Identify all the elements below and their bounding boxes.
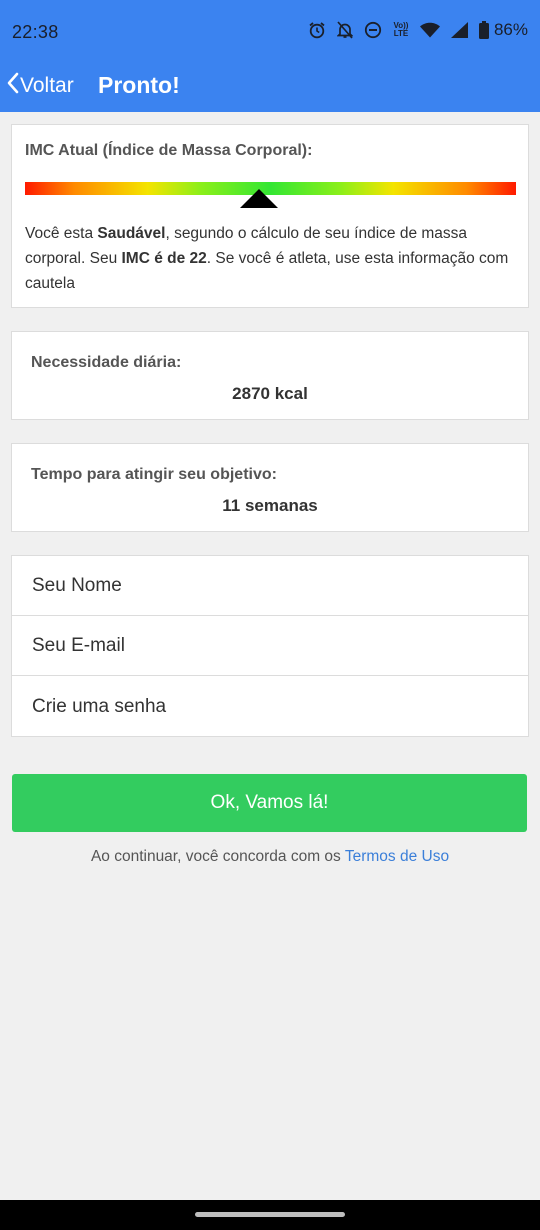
notifications-off-icon <box>336 21 353 39</box>
daily-need-card: Necessidade diária: 2870 kcal <box>11 331 529 420</box>
back-button-label: Voltar <box>20 74 74 97</box>
imc-title: IMC Atual (Índice de Massa Corporal): <box>25 142 313 159</box>
signup-form <box>11 555 529 737</box>
goal-time-card: Tempo para atingir seu objetivo: 11 sema… <box>11 443 529 532</box>
status-time: 22:38 <box>12 22 59 42</box>
alarm-icon <box>308 21 326 39</box>
email-row <box>12 616 528 676</box>
name-row <box>12 556 528 616</box>
email-field[interactable] <box>32 616 512 676</box>
status-bar: 22:38 Vo)) LTE 86% <box>0 0 540 64</box>
page-title: Pronto! <box>98 72 180 98</box>
imc-marker-triangle-icon <box>240 189 278 208</box>
daily-need-value: 2870 kcal <box>232 384 308 403</box>
imc-card: IMC Atual (Índice de Massa Corporal): Vo… <box>11 124 529 308</box>
chevron-left-icon <box>6 72 20 100</box>
back-button[interactable]: Voltar <box>6 72 74 100</box>
wifi-icon <box>419 22 440 38</box>
battery-icon <box>478 21 489 39</box>
do-not-disturb-icon <box>364 21 382 39</box>
password-field[interactable] <box>32 677 512 737</box>
submit-button[interactable]: Ok, Vamos lá! <box>12 774 527 832</box>
goal-time-label: Tempo para atingir seu objetivo: <box>31 466 277 483</box>
imc-status: Saudável <box>97 225 166 242</box>
goal-time-value: 11 semanas <box>222 496 318 515</box>
imc-description: Você esta Saudável, segundo o cálculo de… <box>25 225 509 292</box>
password-row <box>12 677 528 737</box>
terms-link[interactable]: Termos de Uso <box>345 848 449 865</box>
nav-bar: Voltar Pronto! <box>0 64 540 112</box>
status-icons: Vo)) LTE 86% <box>308 20 528 40</box>
volte-icon: Vo)) LTE <box>393 21 409 38</box>
signal-icon <box>450 22 468 38</box>
home-gesture-handle[interactable] <box>195 1212 345 1217</box>
imc-value: IMC é de 22 <box>121 250 207 267</box>
battery-percent: 86% <box>493 20 528 39</box>
system-nav-bar <box>0 1200 540 1230</box>
app-header: 22:38 Vo)) LTE 86% Voltar Pronto! <box>0 0 540 112</box>
terms-notice: Ao continuar, você concorda com os Termo… <box>90 848 450 865</box>
name-field[interactable] <box>32 556 512 616</box>
daily-need-label: Necessidade diária: <box>31 354 182 371</box>
